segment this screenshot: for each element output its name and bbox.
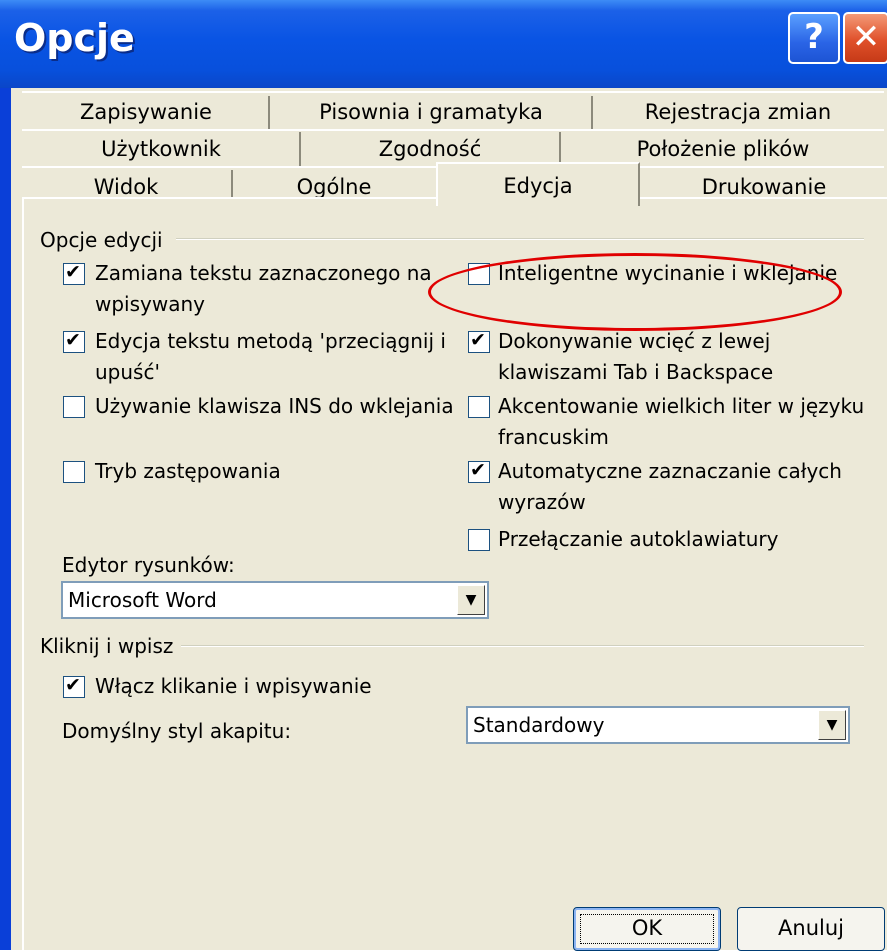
checkbox-ins-paste[interactable] [63, 396, 85, 418]
close-icon: ✕ [851, 17, 881, 57]
checkbox-french-accents[interactable] [468, 396, 490, 418]
label-picture-editor: Edytor rysunków: [62, 553, 235, 577]
checkbox-smart-cut-paste[interactable] [468, 263, 490, 285]
checkbox-overtype[interactable] [63, 461, 85, 483]
label-drag-drop[interactable]: Edycja tekstu metodą 'przeciągnij i upuść… [95, 326, 446, 388]
label-ins-paste[interactable]: Używanie klawisza INS do wklejania [95, 391, 454, 422]
ok-button[interactable]: OK [573, 907, 721, 951]
tab-uzytkownik[interactable]: Użytkownik [22, 130, 300, 168]
picture-editor-select[interactable]: Microsoft Word ▼ [61, 581, 489, 619]
group-title-edit: Opcje edycji [40, 228, 171, 252]
cancel-button[interactable]: Anuluj [737, 907, 885, 951]
label-french-accents[interactable]: Akcentowanie wielkich liter w języku fran… [498, 391, 864, 453]
checkbox-select-words[interactable] [468, 459, 490, 483]
checkbox-auto-keyboard[interactable] [468, 529, 490, 551]
picture-editor-value: Microsoft Word [68, 588, 217, 612]
group-title-click: Kliknij i wpisz [40, 634, 182, 658]
tab-rejestracja[interactable]: Rejestracja zmian [594, 93, 882, 131]
checkbox-tab-indent[interactable] [468, 329, 490, 353]
default-style-value: Standardowy [473, 713, 605, 737]
label-replace-selection[interactable]: Zamiana tekstu zaznaczonego na wpisywany [95, 258, 432, 320]
label-select-words[interactable]: Automatyczne zaznaczanie całych wyrazów [498, 456, 842, 518]
checkbox-click-and-type[interactable] [63, 674, 85, 698]
dialog-window: Opcje ? ✕ Zapisywanie Pisownia i gramaty… [0, 0, 887, 951]
label-auto-keyboard[interactable]: Przełączanie autoklawiatury [498, 524, 778, 555]
window-title: Opcje [14, 16, 135, 60]
chevron-down-icon[interactable]: ▼ [457, 585, 485, 615]
checkbox-drag-drop[interactable] [63, 329, 85, 353]
label-tab-indent[interactable]: Dokonywanie wcięć z lewej klawiszami Tab … [498, 326, 773, 388]
checkbox-replace-selection[interactable] [63, 261, 85, 285]
title-bar[interactable]: Opcje ? ✕ [0, 0, 887, 88]
default-style-select[interactable]: Standardowy ▼ [466, 706, 850, 744]
label-overtype[interactable]: Tryb zastępowania [95, 456, 281, 487]
label-click-and-type[interactable]: Włącz klikanie i wpisywanie [95, 671, 372, 702]
tab-pisownia[interactable]: Pisownia i gramatyka [272, 93, 590, 131]
label-smart-cut-paste[interactable]: Inteligentne wycinanie i wklejanie [498, 258, 837, 289]
label-default-style: Domyślny styl akapitu: [62, 719, 292, 743]
close-button[interactable]: ✕ [843, 12, 887, 64]
tab-zapisywanie[interactable]: Zapisywanie [22, 93, 270, 131]
help-button[interactable]: ? [788, 12, 840, 64]
tab-edycja[interactable]: Edycja [436, 162, 640, 206]
chevron-down-icon[interactable]: ▼ [818, 710, 846, 740]
